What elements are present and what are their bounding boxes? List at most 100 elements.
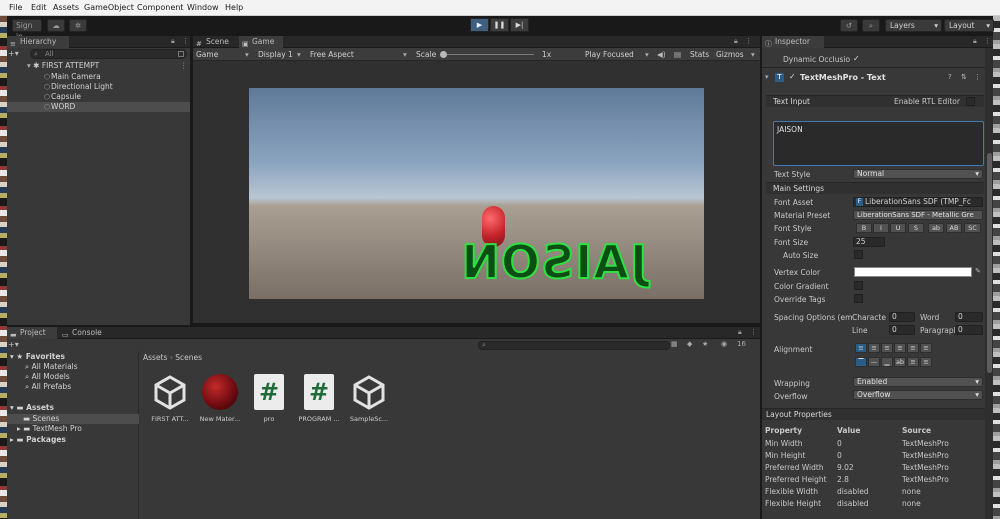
breadcrumb-scenes[interactable]: Scenes (175, 353, 202, 362)
align-bottom-icon[interactable]: ▁ (881, 357, 893, 367)
line-spacing-input[interactable]: 0 (889, 325, 915, 335)
hierarchy-item-word[interactable]: ⬡WORD (7, 102, 190, 112)
font-style-smallcaps-button[interactable]: SC (964, 223, 981, 233)
scale-slider[interactable] (441, 54, 534, 55)
packages-folder[interactable]: ▸ ▬ Packages (10, 435, 66, 445)
stats-button[interactable]: Stats (690, 48, 709, 61)
breadcrumb-assets[interactable]: Assets (143, 353, 167, 362)
visibility-icon[interactable]: ◉ (721, 340, 727, 348)
enable-rtl-checkbox[interactable] (966, 97, 975, 106)
dynamic-occlusion-checkbox[interactable]: ✓ (853, 54, 860, 63)
chevron-down-icon[interactable]: ▾ (297, 48, 301, 61)
menu-gameobject[interactable]: GameObject (84, 3, 134, 12)
chevron-down-icon[interactable]: ▾ (245, 48, 249, 61)
tab-console[interactable]: ▭ Console (59, 327, 109, 339)
menu-component[interactable]: Component (137, 3, 183, 12)
align-middle-icon[interactable]: — (868, 357, 880, 367)
tab-inspector[interactable]: ⓘ Inspector (762, 36, 824, 48)
font-style-lowercase-button[interactable]: ab (928, 223, 944, 233)
expand-arrow-icon[interactable]: ▾ (765, 73, 769, 81)
help-icon[interactable]: ? (948, 73, 952, 81)
text-style-dropdown[interactable]: Normal ▾ (853, 169, 983, 179)
sign-in-button[interactable]: Sign in (12, 19, 42, 41)
asset-pro[interactable]: # pro (244, 374, 294, 429)
layout-properties-section[interactable]: Layout Properties (762, 408, 985, 420)
wrapping-dropdown[interactable]: Enabled ▾ (853, 377, 983, 387)
folder-scenes[interactable]: ▬ Scenes (7, 414, 139, 424)
folder-textmesh-pro[interactable]: ▸ ▬ TextMesh Pro (17, 424, 82, 434)
align-top-icon[interactable]: ▔ (855, 357, 867, 367)
preset-icon[interactable]: ⇅ (961, 73, 967, 81)
font-style-italic-button[interactable]: I (873, 223, 889, 233)
kebab-menu-icon[interactable]: ⋮ (180, 61, 188, 71)
add-icon[interactable]: +▾ (8, 340, 19, 349)
scene-row[interactable]: ▾ ✱ FIRST ATTEMPT ⋮ (7, 61, 190, 71)
inspector-scrollbar-thumb[interactable] (987, 153, 992, 373)
asset-new-material[interactable]: New Mater... (195, 374, 245, 429)
align-flush-icon[interactable]: ≡ (907, 343, 919, 353)
paragraph-spacing-input[interactable]: 0 (955, 325, 983, 335)
chevron-down-icon[interactable]: ▾ (645, 48, 649, 61)
search-icon[interactable]: ⌕ (862, 19, 880, 32)
align-center-icon[interactable]: ≡ (868, 343, 880, 353)
chevron-down-icon[interactable]: ▾ (751, 48, 755, 61)
display-dropdown[interactable]: Display 1 (258, 48, 293, 61)
font-style-uppercase-button[interactable]: AB (946, 223, 962, 233)
align-baseline-icon[interactable]: ab (894, 357, 906, 367)
asset-first-attempt[interactable]: FIRST ATT... (145, 374, 195, 429)
favorite-all-models[interactable]: ⌕ All Models (25, 372, 70, 382)
add-icon[interactable]: +▾ (8, 49, 19, 58)
font-asset-field[interactable]: F LiberationSans SDF (TMP_Fc (853, 197, 983, 207)
mute-audio-icon[interactable]: ◀) (657, 48, 666, 61)
search-by-type-icon[interactable]: ▦ (671, 340, 678, 348)
gizmos-button[interactable]: Gizmos (716, 48, 744, 61)
kebab-menu-icon[interactable]: ⋮ (984, 37, 991, 45)
play-focused-dropdown[interactable]: Play Focused (585, 48, 634, 61)
keyboard-icon[interactable]: ▤ (674, 48, 681, 61)
collab-icon[interactable]: ✲ (69, 19, 87, 32)
menu-edit[interactable]: Edit (31, 3, 47, 12)
auto-size-checkbox[interactable] (854, 250, 863, 259)
hierarchy-search-input[interactable]: ⌕ All (30, 49, 187, 59)
lock-icon[interactable]: 🔒︎ (171, 37, 175, 46)
kebab-menu-icon[interactable]: ⋮ (974, 73, 981, 81)
tab-scene[interactable]: # Scene (193, 36, 237, 48)
eyedropper-icon[interactable]: ✎ (975, 267, 981, 275)
hierarchy-item-capsule[interactable]: ⬡Capsule (7, 92, 81, 102)
search-by-label-icon[interactable]: ◆ (687, 340, 692, 348)
hierarchy-item-directional-light[interactable]: ⬡Directional Light (7, 82, 113, 92)
component-header[interactable]: ▾ T ✓ TextMeshPro - Text ? ⇅ ⋮ (762, 72, 985, 85)
align-right-icon[interactable]: ≡ (881, 343, 893, 353)
font-style-strikethrough-button[interactable]: S (908, 223, 924, 233)
expand-arrow-icon[interactable]: ▾ (27, 61, 31, 70)
favorites-header[interactable]: ▾ ★ Favorites (10, 352, 65, 362)
layers-dropdown[interactable]: Layers ▾ (885, 19, 942, 32)
pause-icon[interactable]: ❚❚ (490, 18, 509, 32)
align-geometry-center-icon[interactable]: ≡ (920, 343, 932, 353)
history-icon[interactable]: ↺ (840, 19, 858, 32)
asset-samplescene[interactable]: SampleSc... (344, 374, 394, 429)
kebab-menu-icon[interactable]: ⋮ (182, 37, 189, 45)
assets-folder[interactable]: ▾ ▬ Assets (10, 403, 54, 413)
word-spacing-input[interactable]: 0 (955, 312, 983, 322)
character-spacing-input[interactable]: 0 (889, 312, 915, 322)
menu-window[interactable]: Window (187, 3, 219, 12)
filter-icon[interactable] (178, 51, 184, 57)
align-capline-icon[interactable]: ≡ (920, 357, 932, 367)
play-icon[interactable]: ▶ (470, 18, 489, 32)
lock-icon[interactable]: 🔒︎ (734, 37, 738, 46)
overflow-dropdown[interactable]: Overflow ▾ (853, 390, 983, 400)
tab-project[interactable]: ▬ Project (7, 327, 57, 339)
game-mode-dropdown[interactable]: Game (196, 48, 218, 61)
step-icon[interactable]: ▶| (510, 18, 529, 32)
favorite-all-materials[interactable]: ⌕ All Materials (25, 362, 78, 372)
kebab-menu-icon[interactable]: ⋮ (750, 328, 757, 336)
hierarchy-item-main-camera[interactable]: ⬡Main Camera (7, 72, 101, 82)
aspect-dropdown[interactable]: Free Aspect (310, 48, 354, 61)
scale-slider-handle[interactable] (440, 51, 447, 58)
cloud-icon[interactable]: ☁ (47, 19, 65, 32)
asset-program[interactable]: # PROGRAM ... (294, 374, 344, 429)
project-search-input[interactable]: ⌕ (478, 341, 670, 350)
tab-hierarchy[interactable]: ≡ Hierarchy (7, 36, 69, 48)
align-midline-icon[interactable]: ≡ (907, 357, 919, 367)
